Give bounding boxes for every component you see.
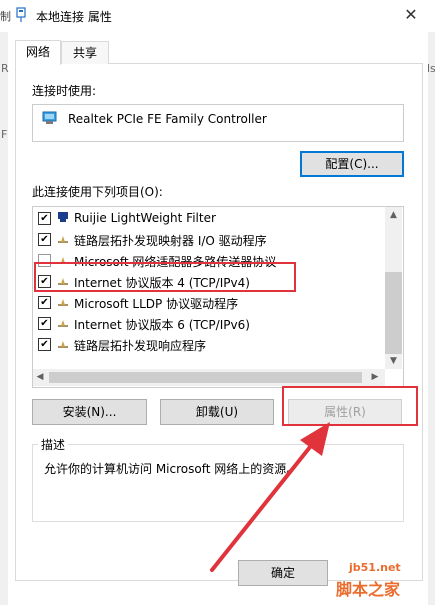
vertical-scroll-thumb[interactable] <box>385 272 402 354</box>
checkbox[interactable]: ✔ <box>38 296 51 309</box>
list-item-label: Microsoft LLDP 协议驱动程序 <box>74 297 239 311</box>
window-edge-left <box>0 32 8 605</box>
horizontal-scroll-thumb[interactable] <box>49 372 362 383</box>
close-button[interactable]: ✕ <box>396 3 426 27</box>
scroll-up-icon[interactable]: ▲ <box>385 210 402 220</box>
connect-using-label: 连接时使用: <box>32 84 97 98</box>
scroll-left-icon[interactable]: ◀ <box>34 372 46 382</box>
items-list[interactable]: ✔ Ruijie LightWeight Filter ✔ 链路层拓扑发现映射器… <box>32 206 404 388</box>
checkbox[interactable]: ✔ <box>38 212 51 225</box>
description-group <box>32 444 404 522</box>
highlight-properties-button <box>282 386 418 426</box>
watermark-site-name: 脚本之家 <box>336 580 401 599</box>
scroll-down-icon[interactable]: ▼ <box>385 356 402 366</box>
list-item-label: 链路层拓扑发现响应程序 <box>74 339 207 353</box>
background-window-text: F <box>1 128 8 141</box>
window-edge-right <box>428 32 435 605</box>
items-list-label: 此连接使用下列项目(O): <box>32 185 163 199</box>
ok-button[interactable]: 确定 <box>238 560 328 586</box>
list-item[interactable]: ✔ 链路层拓扑发现响应程序 <box>33 334 383 354</box>
tab-share[interactable]: 共享 <box>61 41 109 64</box>
list-item[interactable]: ✔ 链路层拓扑发现映射器 I/O 驱动程序 <box>33 229 383 249</box>
protocol-icon <box>58 320 68 327</box>
scroll-right-icon[interactable]: ▶ <box>369 372 381 382</box>
window-title: 本地连接 属性 <box>36 10 112 24</box>
background-window-text: 制 <box>0 10 11 23</box>
configure-button[interactable]: 配置(C)... <box>300 151 404 177</box>
checkbox[interactable]: ✔ <box>38 338 51 351</box>
checkbox[interactable]: ✔ <box>38 317 51 330</box>
checkbox[interactable]: ✔ <box>38 233 51 246</box>
background-window-text: R <box>1 62 9 75</box>
watermark-domain: jb51.net <box>349 561 401 574</box>
install-button[interactable]: 安装(N)... <box>32 399 147 425</box>
list-item[interactable]: ✔ Microsoft LLDP 协议驱动程序 <box>33 292 383 312</box>
list-item[interactable]: ✔ Internet 协议版本 6 (TCP/IPv6) <box>33 313 383 333</box>
uninstall-button[interactable]: 卸载(U) <box>160 399 274 425</box>
description-text: 允许你的计算机访问 Microsoft 网络上的资源。 <box>44 462 299 476</box>
list-item[interactable]: ✔ Ruijie LightWeight Filter <box>33 208 383 228</box>
tab-network[interactable]: 网络 <box>15 40 61 65</box>
description-label: 描述 <box>38 436 69 453</box>
network-adapter-icon <box>16 7 26 22</box>
filter-icon <box>58 212 68 222</box>
network-card-icon <box>42 111 57 124</box>
list-item-label: Internet 协议版本 6 (TCP/IPv6) <box>74 318 250 332</box>
highlight-ipv4-row <box>34 262 296 292</box>
adapter-name: Realtek PCIe FE Family Controller <box>68 112 267 126</box>
protocol-icon <box>58 299 68 306</box>
list-item-label: Ruijie LightWeight Filter <box>74 211 216 225</box>
protocol-icon <box>58 236 68 243</box>
protocol-icon <box>58 341 68 348</box>
list-item-label: 链路层拓扑发现映射器 I/O 驱动程序 <box>74 234 267 248</box>
background-window-text: ls <box>427 62 435 75</box>
